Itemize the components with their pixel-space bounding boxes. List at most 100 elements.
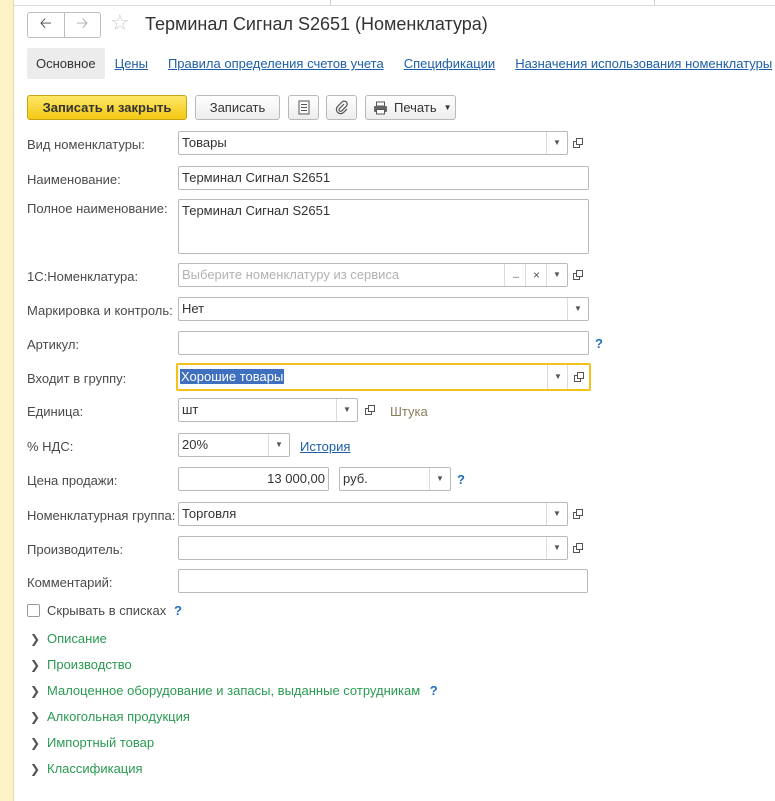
marking-select[interactable]: Нет ▼ [178, 297, 589, 321]
vat-select[interactable]: 20% ▼ [178, 433, 290, 457]
article-label: Артикул: [27, 337, 80, 352]
name-input[interactable]: Терминал Сигнал S2651 [178, 166, 589, 190]
clear-icon[interactable]: × [525, 264, 547, 286]
comment-label: Комментарий: [27, 575, 113, 590]
open-group-button[interactable] [567, 365, 589, 389]
open-kind-button[interactable] [568, 131, 588, 155]
save-button[interactable]: Записать [195, 95, 280, 120]
back-button[interactable]: 🡠 [28, 13, 64, 37]
print-button[interactable]: Печать ▼ [365, 95, 456, 120]
chevron-down-icon[interactable]: ▼ [546, 132, 567, 154]
chevron-down-icon[interactable]: ▼ [547, 365, 568, 389]
printer-icon [374, 101, 387, 114]
group-low-value-equipment[interactable]: ❯ Малоценное оборудование и запасы, выдан… [30, 683, 438, 698]
report-button[interactable] [288, 95, 319, 120]
select-button[interactable]: ... [504, 264, 526, 286]
chevron-down-icon[interactable]: ▼ [567, 298, 588, 320]
nomenclature-1c-field[interactable]: Выберите номенклатуру из сервиса ... × ▼ [178, 263, 568, 287]
chevron-down-icon[interactable]: ▼ [429, 468, 450, 490]
vat-value: 20% [182, 437, 209, 452]
open-window-icon [573, 543, 583, 553]
group-imported-label: Импортный товар [47, 735, 155, 750]
group-field[interactable]: Хорошие товары ▼ [176, 363, 591, 391]
forward-button[interactable]: 🡢 [63, 13, 101, 37]
top-splitter [14, 0, 775, 6]
attachments-button[interactable] [326, 95, 357, 120]
help-icon[interactable]: ? [430, 683, 438, 698]
tab-usage-purposes[interactable]: Назначения использования номенклатуры [515, 56, 772, 71]
vat-label: % НДС: [27, 439, 74, 454]
group-classification-label: Классификация [47, 761, 143, 776]
item-group-value: Торговля [182, 506, 237, 521]
chevron-right-icon: ❯ [30, 736, 41, 750]
open-item-group-button[interactable] [568, 502, 588, 526]
open-nomenclature-button[interactable] [568, 263, 588, 287]
group-alcohol[interactable]: ❯ Алкогольная продукция [30, 709, 190, 724]
open-window-icon [365, 405, 375, 415]
arrow-right-icon: 🡢 [76, 14, 89, 32]
vat-history-link[interactable]: История [300, 439, 350, 454]
kind-field[interactable]: Товары ▼ [178, 131, 568, 155]
chevron-right-icon: ❯ [30, 684, 41, 698]
unit-value: шт [182, 402, 199, 417]
tab-main[interactable]: Основное [27, 48, 105, 79]
article-input[interactable] [178, 331, 589, 355]
left-panel-strip [0, 0, 14, 801]
chevron-down-icon[interactable]: ▼ [336, 399, 357, 421]
splitter-tick [654, 0, 655, 5]
group-classification[interactable]: ❯ Классификация [30, 761, 143, 776]
hide-in-lists-checkbox[interactable] [27, 604, 40, 617]
open-manufacturer-button[interactable] [568, 536, 588, 560]
navigation-buttons: 🡠 🡢 [27, 12, 101, 38]
tab-prices[interactable]: Цены [115, 56, 148, 71]
paperclip-icon [335, 100, 348, 115]
chevron-down-icon[interactable]: ▼ [268, 434, 289, 456]
nomenclature-1c-placeholder: Выберите номенклатуру из сервиса [182, 267, 400, 282]
save-and-close-button[interactable]: Записать и закрыть [27, 95, 187, 120]
tab-specifications[interactable]: Спецификации [404, 56, 496, 71]
document-list-icon [298, 100, 309, 115]
group-description-label: Описание [47, 631, 107, 646]
item-group-label: Номенклатурная группа: [27, 508, 176, 523]
arrow-left-icon: 🡠 [39, 14, 52, 32]
open-window-icon [573, 509, 583, 519]
chevron-down-icon[interactable]: ▼ [546, 264, 567, 286]
comment-input[interactable] [178, 569, 588, 593]
open-window-icon [573, 138, 583, 148]
manufacturer-field[interactable]: ▼ [178, 536, 568, 560]
hide-in-lists-label[interactable]: Скрывать в списках [47, 603, 166, 618]
chevron-down-icon[interactable]: ▼ [546, 537, 567, 559]
tab-account-rules[interactable]: Правила определения счетов учета [168, 56, 384, 71]
open-unit-button[interactable] [360, 398, 380, 422]
name-label: Наименование: [27, 172, 121, 187]
item-group-field[interactable]: Торговля ▼ [178, 502, 568, 526]
group-production[interactable]: ❯ Производство [30, 657, 132, 672]
group-low-value-equipment-label: Малоценное оборудование и запасы, выданн… [47, 683, 421, 698]
group-label: Входит в группу: [27, 371, 127, 386]
help-icon[interactable]: ? [174, 603, 182, 618]
chevron-down-icon[interactable]: ▼ [546, 503, 567, 525]
group-description[interactable]: ❯ Описание [30, 631, 107, 646]
currency-select[interactable]: руб. ▼ [339, 467, 451, 491]
group-alcohol-label: Алкогольная продукция [47, 709, 190, 724]
group-production-label: Производство [47, 657, 132, 672]
marking-value: Нет [182, 301, 205, 316]
currency-value: руб. [343, 471, 368, 486]
print-button-label: Печать [394, 100, 437, 115]
section-tabs: Основное Цены Правила определения счетов… [27, 48, 775, 79]
kind-value: Товары [182, 135, 227, 150]
price-label: Цена продажи: [27, 473, 118, 488]
full-name-textarea[interactable]: Терминал Сигнал S2651 [178, 199, 589, 254]
help-icon[interactable]: ? [595, 336, 603, 351]
price-input[interactable]: 13 000,00 [178, 467, 329, 491]
nomenclature-1c-label: 1С:Номенклатура: [27, 269, 139, 284]
kind-label: Вид номенклатуры: [27, 137, 145, 152]
page-title: Терминал Сигнал S2651 (Номенклатура) [145, 14, 488, 34]
manufacturer-label: Производитель: [27, 542, 124, 557]
group-imported[interactable]: ❯ Импортный товар [30, 735, 154, 750]
open-window-icon [573, 372, 584, 382]
unit-field[interactable]: шт ▼ [178, 398, 358, 422]
chevron-right-icon: ❯ [30, 710, 41, 724]
help-icon[interactable]: ? [457, 472, 465, 487]
favorite-star-icon[interactable]: ☆ [110, 10, 130, 36]
